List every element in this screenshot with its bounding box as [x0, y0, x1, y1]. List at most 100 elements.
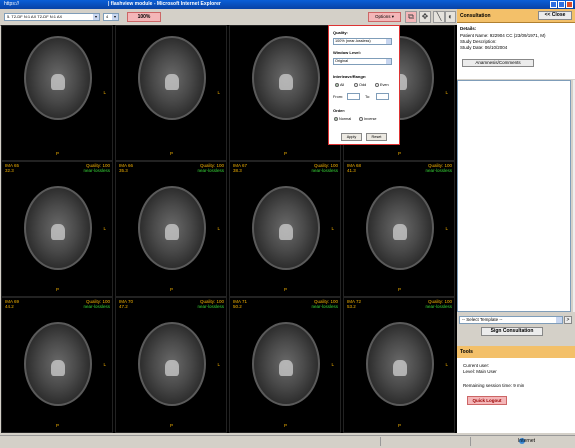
quick-logout-button[interactable]: Quick Logout [467, 396, 507, 405]
options-button[interactable]: Options ▾ [368, 12, 401, 22]
orientation-left: L [103, 362, 106, 367]
radio-inverse[interactable]: Inverse [359, 117, 376, 121]
mri-image-cell[interactable]: IMA 72 53.2 Quality: 100 near-lossless P L [343, 297, 455, 433]
orientation-posterior: P [284, 151, 288, 156]
slice-position: 53.2 [347, 304, 356, 309]
quality-label: Quality: 100 near-lossless [83, 163, 110, 173]
orientation-left: L [445, 90, 448, 95]
orientation-left: L [103, 90, 106, 95]
template-go-button[interactable]: > [564, 316, 572, 324]
slice-position: 50.2 [233, 304, 242, 309]
radio-dot [354, 83, 358, 87]
sign-consultation-button[interactable]: Sign Consultation [481, 327, 543, 336]
quality-label: Quality: 100 near-lossless [83, 299, 110, 309]
ventricle-shape [51, 74, 65, 90]
window-title: | flashview module - Microsoft Internet … [108, 1, 221, 7]
quality-select[interactable]: 100% (near-lossless) [333, 38, 392, 45]
orientation-posterior: P [170, 287, 174, 292]
layout-icon[interactable]: ⧉ [405, 11, 417, 23]
ventricle-shape [279, 360, 293, 376]
from-input[interactable] [347, 93, 360, 100]
brain-scan-image [138, 36, 206, 120]
mri-image-cell[interactable]: IMA 65 32.3 Quality: 100 near-lossless P L [1, 161, 113, 297]
count-select[interactable]: 4 ▾ [103, 13, 119, 21]
chevron-down-icon [386, 39, 391, 44]
radio-dot [335, 83, 339, 87]
ventricle-shape [393, 224, 407, 240]
viewer-toolbar: 5. T2-DF N:1 AX T2-DF N:1 AX ▾ 4 ▾ 100% … [0, 9, 457, 26]
orientation-left: L [331, 362, 334, 367]
orientation-posterior: P [398, 151, 402, 156]
mri-image-cell[interactable]: IMA 66 35.3 Quality: 100 near-lossless P L [115, 161, 227, 297]
options-panel: Quality: 100% (near-lossless) Window Lev… [328, 25, 400, 145]
mri-image-cell[interactable]: IMA 67 38.3 Quality: 100 near-lossless P L [229, 161, 341, 297]
order-label: Order: [333, 108, 346, 113]
consultation-text[interactable] [457, 80, 571, 312]
series-select[interactable]: 5. T2-DF N:1 AX T2-DF N:1 AX ▾ [4, 13, 100, 21]
measure-icon[interactable]: ╲ [433, 11, 445, 23]
pan-icon[interactable]: ✥ [419, 11, 431, 23]
orientation-posterior: P [170, 151, 174, 156]
template-select[interactable]: -- Select Template -- [459, 316, 563, 324]
quality-select-value: 100% (near-lossless) [335, 39, 371, 43]
radio-odd[interactable]: Odd [354, 83, 366, 87]
radio-normal[interactable]: Normal [334, 117, 351, 121]
close-panel-button[interactable]: << Close [538, 11, 572, 20]
mri-image-cell[interactable]: IMA 69 44.2 Quality: 100 near-lossless P L [1, 297, 113, 433]
quality-label: Quality: [333, 30, 348, 35]
compression-label: near-lossless [83, 168, 110, 173]
orientation-left: L [217, 90, 220, 95]
anamnesis-button[interactable]: Anamnesis/Comments [462, 59, 534, 67]
window-level-icon[interactable]: ◐ [445, 11, 456, 23]
to-input[interactable] [376, 93, 389, 100]
apply-button[interactable]: Apply [341, 133, 362, 141]
chevron-down-icon: ▾ [93, 14, 99, 20]
brain-scan-image [366, 322, 434, 406]
window-close-button[interactable] [566, 1, 573, 8]
radio-odd-label: Odd [359, 83, 367, 87]
orientation-left: L [445, 362, 448, 367]
brain-scan-image [24, 186, 92, 270]
brain-scan-image [24, 36, 92, 120]
ventricle-shape [51, 224, 65, 240]
compression-label: near-lossless [425, 168, 452, 173]
radio-all[interactable]: All [335, 83, 344, 87]
quality-label: Quality: 100 near-lossless [311, 299, 338, 309]
mri-image-cell[interactable]: PL [115, 25, 227, 161]
orientation-posterior: P [398, 423, 402, 428]
consultation-panel: Consultation << Close Details: Patient N… [457, 9, 575, 433]
mri-image-cell[interactable]: PL [229, 25, 341, 161]
series-select-value: 5. T2-DF N:1 AX T2-DF N:1 AX [7, 14, 63, 19]
image-number-label: IMA 65 32.3 [5, 163, 19, 173]
mri-image-cell[interactable]: IMA 70 47.2 Quality: 100 near-lossless P L [115, 297, 227, 433]
interleave-label: Interleave/Range: [333, 74, 367, 79]
compression-label: near-lossless [83, 304, 110, 309]
window-level-select[interactable]: Original [333, 58, 392, 65]
tools-title: Tools [460, 349, 473, 355]
ventricle-shape [51, 360, 65, 376]
radio-inverse-label: Inverse [364, 117, 377, 121]
mri-image-cell[interactable]: IMA 68 41.3 Quality: 100 near-lossless P L [343, 161, 455, 297]
radio-even[interactable]: Even [375, 83, 389, 87]
mri-image-cell[interactable]: IMA 71 50.2 Quality: 100 near-lossless P L [229, 297, 341, 433]
image-number-label: IMA 70 47.2 [119, 299, 133, 309]
brain-scan-image [366, 186, 434, 270]
image-number-label: IMA 66 35.3 [119, 163, 133, 173]
orientation-posterior: P [284, 287, 288, 292]
maximize-button[interactable] [558, 1, 565, 8]
reset-button[interactable]: Reset [366, 133, 387, 141]
zoom-button[interactable]: 100% [127, 12, 161, 22]
minimize-button[interactable] [550, 1, 557, 8]
image-number-label: IMA 67 38.3 [233, 163, 247, 173]
consultation-title: Consultation [460, 13, 491, 19]
orientation-posterior: P [398, 287, 402, 292]
orientation-left: L [331, 226, 334, 231]
orientation-left: L [103, 226, 106, 231]
ventricle-shape [165, 360, 179, 376]
status-divider [380, 437, 381, 446]
slice-position: 44.2 [5, 304, 14, 309]
quality-label: Quality: 100 near-lossless [197, 299, 224, 309]
mri-image-cell[interactable]: PL [1, 25, 113, 161]
image-number-label: IMA 71 50.2 [233, 299, 247, 309]
tools-header: Tools [457, 346, 575, 358]
